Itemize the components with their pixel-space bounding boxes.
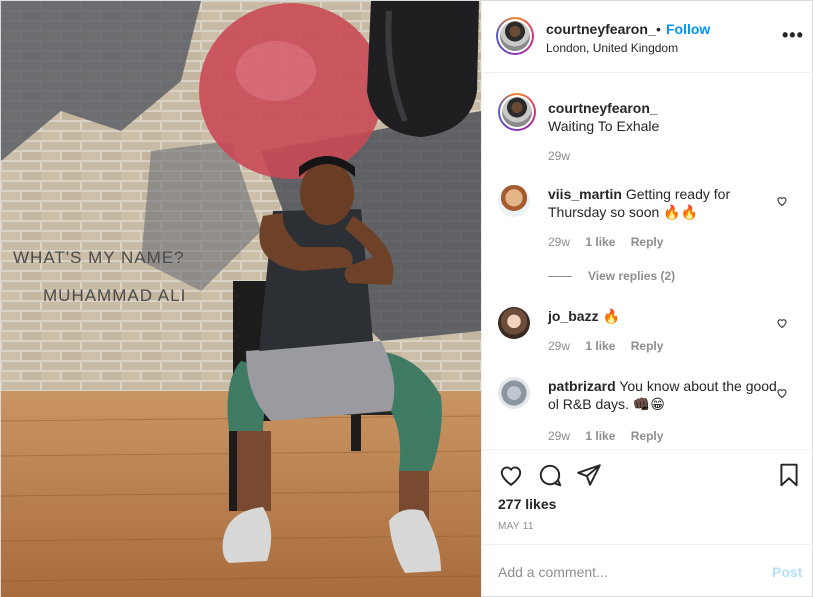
likes-count[interactable]: 277 likes bbox=[498, 496, 556, 512]
post-comment-button[interactable]: Post bbox=[772, 564, 802, 580]
like-heart-icon[interactable] bbox=[498, 462, 524, 488]
share-paper-plane-icon[interactable] bbox=[576, 462, 602, 488]
commenter-avatar[interactable] bbox=[498, 377, 530, 409]
comment-bubble-icon[interactable] bbox=[537, 462, 563, 488]
add-comment-input[interactable] bbox=[498, 561, 758, 583]
caption-meta: 29w bbox=[548, 149, 582, 163]
comment-meta: 29w 1 like Reply bbox=[548, 339, 675, 353]
reply-button[interactable]: Reply bbox=[631, 429, 664, 443]
comment-meta: 29w 1 like Reply bbox=[548, 235, 675, 249]
comment-likes-count[interactable]: 1 like bbox=[585, 429, 615, 443]
caption-time[interactable]: 29w bbox=[548, 149, 570, 163]
comment-likes-count[interactable]: 1 like bbox=[585, 235, 615, 249]
view-replies-button[interactable]: View replies (2) bbox=[548, 269, 675, 283]
commenter-avatar[interactable] bbox=[498, 307, 530, 339]
follow-button[interactable]: Follow bbox=[666, 21, 710, 37]
comment-time[interactable]: 29w bbox=[548, 339, 570, 353]
comment-username[interactable]: jo_bazz bbox=[548, 308, 599, 324]
separator-dot: • bbox=[656, 21, 661, 37]
post-actions: 277 likes MAY 11 bbox=[482, 449, 813, 544]
comment-time[interactable]: 29w bbox=[548, 429, 570, 443]
comment-username[interactable]: patbrizard bbox=[548, 378, 616, 394]
post-photo-illustration: WHAT'S MY NAME? MUHAMMAD ALI bbox=[1, 1, 481, 597]
add-comment-bar: Post bbox=[482, 544, 813, 597]
comment-text: 🔥 bbox=[602, 308, 620, 324]
reply-button[interactable]: Reply bbox=[631, 339, 664, 353]
instagram-post-modal: WHAT'S MY NAME? MUHAMMAD ALI courtneyfea… bbox=[0, 0, 813, 597]
view-replies-label: View replies (2) bbox=[588, 269, 676, 283]
wall-text-1: WHAT'S MY NAME? bbox=[13, 248, 185, 267]
more-options-icon[interactable]: ••• bbox=[782, 26, 804, 44]
caption-avatar[interactable] bbox=[498, 93, 536, 131]
author-avatar[interactable] bbox=[496, 17, 534, 55]
post-location[interactable]: London, United Kingdom bbox=[546, 41, 678, 55]
comment-likes-count[interactable]: 1 like bbox=[585, 339, 615, 353]
comment-username[interactable]: viis_martin bbox=[548, 186, 622, 202]
save-bookmark-icon[interactable] bbox=[776, 462, 802, 488]
comment-meta: 29w 1 like Reply bbox=[548, 429, 675, 443]
comment-like-heart-icon[interactable] bbox=[776, 317, 788, 329]
reply-button[interactable]: Reply bbox=[631, 235, 664, 249]
post-header: courtneyfearon_ • Follow London, United … bbox=[482, 1, 813, 73]
comment-like-heart-icon[interactable] bbox=[776, 387, 788, 399]
wall-text-2: MUHAMMAD ALI bbox=[43, 286, 186, 305]
post-photo[interactable]: WHAT'S MY NAME? MUHAMMAD ALI bbox=[1, 1, 481, 597]
caption-username[interactable]: courtneyfearon_ bbox=[548, 100, 658, 116]
comment-like-heart-icon[interactable] bbox=[776, 195, 788, 207]
post-details-panel: courtneyfearon_ • Follow London, United … bbox=[481, 1, 813, 597]
caption-text: Waiting To Exhale bbox=[548, 118, 660, 134]
post-date[interactable]: MAY 11 bbox=[498, 521, 534, 532]
commenter-avatar[interactable] bbox=[498, 185, 530, 217]
comments-list[interactable]: courtneyfearon_ Waiting To Exhale 29w vi… bbox=[482, 73, 813, 449]
author-username[interactable]: courtneyfearon_ bbox=[546, 21, 656, 37]
view-replies-line bbox=[548, 276, 572, 278]
comment-time[interactable]: 29w bbox=[548, 235, 570, 249]
